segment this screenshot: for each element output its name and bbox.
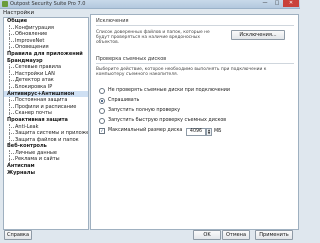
close-button[interactable]: ✕ — [283, 0, 299, 7]
sidebar-category[interactable]: Общие — [4, 18, 88, 25]
help-button[interactable]: Справка — [4, 230, 32, 240]
exclusions-description: Список доверенных файлов и папок, которы… — [96, 30, 210, 45]
radio-no-scan[interactable] — [99, 88, 105, 94]
max-size-input[interactable]: 4096 — [186, 128, 206, 136]
radio-quick-scan[interactable] — [99, 118, 105, 124]
exclusions-button[interactable]: Исключения... — [231, 30, 285, 40]
sidebar-item[interactable]: Профили и расписание — [4, 103, 88, 111]
sidebar-item[interactable]: Конфигурация — [4, 24, 88, 32]
sidebar-category[interactable]: Веб-контроль — [4, 143, 88, 150]
maximize-button[interactable]: □ — [271, 0, 283, 7]
cancel-button[interactable]: Отмена — [222, 230, 250, 240]
sidebar-category[interactable]: Антиспам — [4, 163, 88, 170]
sidebar-item[interactable]: Обновление — [4, 31, 88, 38]
option-label: Запустить быструю проверку съемных диско… — [108, 118, 227, 123]
sidebar-item[interactable]: Блокировка IP — [4, 83, 88, 91]
radio-ask[interactable] — [99, 98, 105, 104]
settings-header: Настройки — [3, 10, 35, 16]
removable-description: Выберите действие, которое необходимо вы… — [96, 67, 267, 77]
sidebar-category[interactable]: Антивирус+Антишпион — [4, 90, 88, 98]
option-label: Запустить полную проверку — [108, 108, 181, 113]
max-size-checkbox[interactable]: ✓ — [99, 128, 105, 134]
divider — [96, 63, 294, 64]
sidebar-category[interactable]: Проактивная защита — [4, 117, 88, 124]
title-bar: Outpost Security Suite Pro 7.0 — □ ✕ — [0, 0, 300, 9]
max-size-label: Максимальный размер диска — [108, 128, 183, 133]
max-size-option[interactable]: ✓ Максимальный размер диска — [99, 128, 182, 134]
sidebar-item[interactable]: Реклама и сайты — [4, 156, 88, 163]
radio-full-scan[interactable] — [99, 108, 105, 114]
sidebar-category[interactable]: Брандмауэр — [4, 58, 88, 65]
sidebar-category[interactable]: Правила для приложений — [4, 51, 88, 58]
sidebar-item[interactable]: Оповещения — [4, 44, 88, 51]
sidebar-item[interactable]: Защита системы и приложений — [4, 130, 88, 137]
app-icon — [2, 1, 8, 7]
sidebar-item[interactable]: Сетевые правила — [4, 64, 88, 71]
option-label: Не проверять съемные диски при подключен… — [108, 88, 231, 93]
sidebar-item[interactable]: ImproveNet — [4, 37, 88, 45]
settings-tree[interactable]: Общие Конфигурация Обновление ImproveNet Опо… — [3, 17, 89, 230]
option-quick-scan[interactable]: Запустить быструю проверку съемных диско… — [99, 118, 226, 124]
ok-button[interactable]: OK — [193, 230, 221, 240]
apply-button[interactable]: Применить — [255, 230, 293, 240]
sidebar-item[interactable]: Сканер почты — [4, 110, 88, 117]
sidebar-item[interactable]: Настройки LAN — [4, 70, 88, 78]
max-size-spinner[interactable]: ▲ ▼ — [206, 128, 212, 136]
max-size-unit: МБ — [214, 129, 222, 134]
settings-panel: Исключения Список доверенных файлов и па… — [90, 14, 299, 230]
option-no-scan[interactable]: Не проверять съемные диски при подключен… — [99, 88, 230, 94]
sidebar-item[interactable]: Детектор атак — [4, 77, 88, 84]
window-controls: — □ ✕ — [259, 0, 299, 7]
option-ask[interactable]: Спрашивать — [99, 98, 139, 104]
window-title: Outpost Security Suite Pro 7.0 — [10, 1, 86, 7]
option-label: Спрашивать — [108, 98, 140, 103]
divider — [96, 25, 294, 26]
removable-title: Проверка съемных дисков — [96, 56, 167, 62]
option-full-scan[interactable]: Запустить полную проверку — [99, 108, 180, 114]
sidebar-category[interactable]: Журналы — [4, 170, 88, 177]
minimize-button[interactable]: — — [259, 0, 271, 7]
sidebar-item[interactable]: Постоянная защита — [4, 97, 88, 104]
exclusions-title: Исключения — [96, 18, 129, 24]
